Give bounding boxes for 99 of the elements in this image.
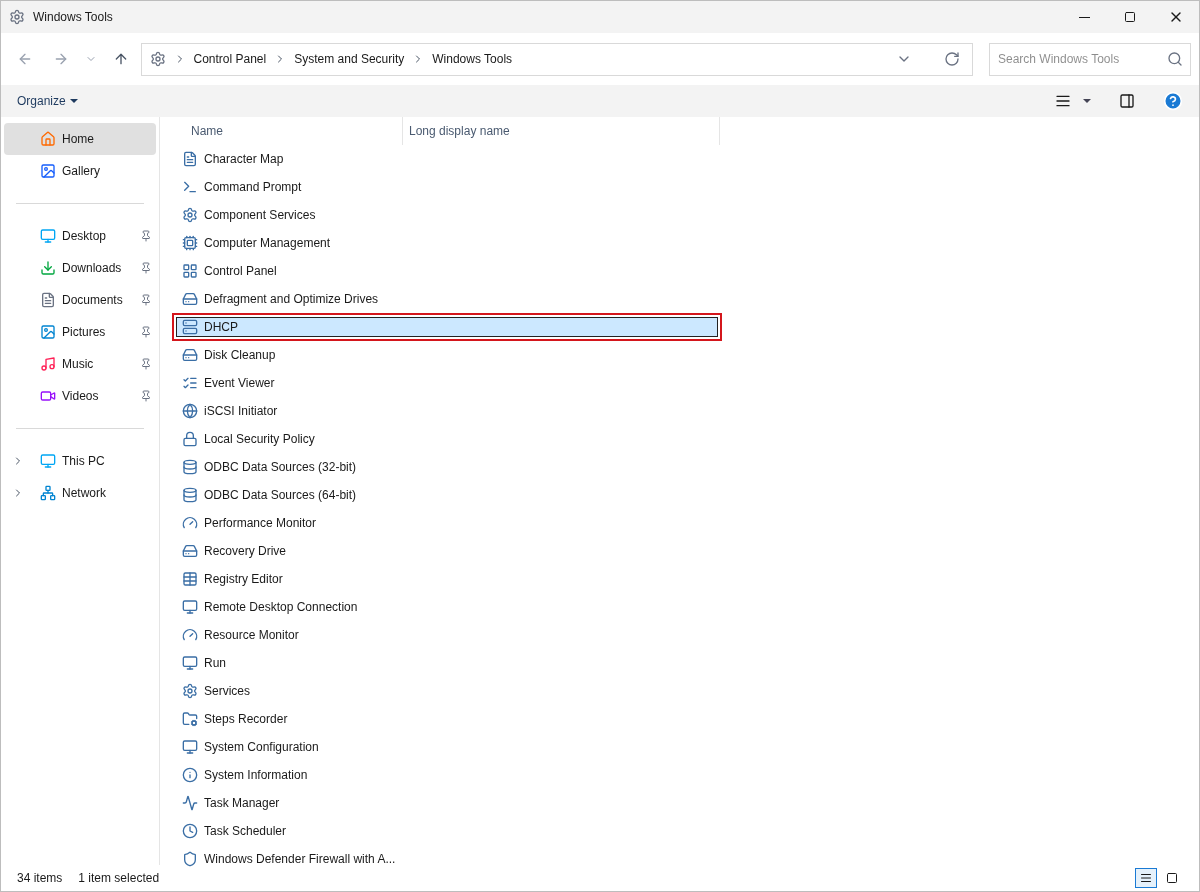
list-icon — [1140, 872, 1152, 884]
file-row[interactable]: Remote Desktop Connection — [176, 597, 718, 617]
breadcrumb[interactable]: Control Panel — [193, 50, 267, 68]
image-icon — [40, 324, 56, 340]
document-icon — [182, 151, 198, 167]
file-row[interactable]: Local Security Policy — [176, 429, 718, 449]
sidebar-item[interactable]: Network — [4, 477, 156, 509]
file-row[interactable]: Run — [176, 653, 718, 673]
gauge-icon — [182, 515, 198, 531]
search-icon — [1167, 50, 1183, 67]
file-row[interactable]: iSCSI Initiator — [176, 401, 718, 421]
file-row[interactable]: Defragment and Optimize Drives — [176, 289, 718, 309]
sidebar-item[interactable]: Downloads — [4, 252, 156, 284]
file-row[interactable]: Event Viewer — [176, 373, 718, 393]
monitor-icon — [182, 599, 198, 615]
app-icon — [9, 9, 25, 25]
minimize-icon — [1078, 16, 1090, 18]
sidebar-item[interactable]: Gallery — [4, 155, 156, 187]
file-row[interactable]: Component Services — [176, 205, 718, 225]
pin-icon[interactable] — [140, 294, 152, 306]
pin-icon[interactable] — [140, 262, 152, 274]
info-icon — [182, 767, 198, 783]
column-header[interactable]: Name — [176, 117, 403, 145]
view-menu-icon[interactable] — [1055, 93, 1071, 109]
sidebar-item[interactable]: This PC — [4, 445, 156, 477]
file-row[interactable]: Control Panel — [176, 261, 718, 281]
sidebar-item[interactable]: Desktop — [4, 220, 156, 252]
file-row[interactable]: System Configuration — [176, 737, 718, 757]
drive-icon — [182, 347, 198, 363]
sidebar-item[interactable]: Documents — [4, 284, 156, 316]
database-icon — [182, 487, 198, 503]
monitor-icon — [40, 453, 56, 469]
terminal-icon — [182, 179, 198, 195]
music-icon — [40, 356, 56, 372]
clock-icon — [182, 823, 198, 839]
organize-button[interactable]: Organize — [17, 92, 78, 110]
selection-status: 1 item selected — [78, 870, 160, 887]
file-row[interactable]: Computer Management — [176, 233, 718, 253]
pin-icon[interactable] — [140, 230, 152, 242]
sidebar-item[interactable]: Pictures — [4, 316, 156, 348]
globe-icon — [182, 403, 198, 419]
drive-icon — [182, 291, 198, 307]
file-row[interactable]: Services — [176, 681, 718, 701]
shield-icon — [182, 851, 198, 867]
item-count: 34 items — [17, 870, 63, 887]
pin-icon[interactable] — [140, 358, 152, 370]
image-icon — [40, 163, 56, 179]
gauge-icon — [182, 627, 198, 643]
details-view-button[interactable] — [1135, 868, 1157, 888]
network-icon — [40, 485, 56, 501]
pin-icon[interactable] — [140, 390, 152, 402]
file-row[interactable]: Windows Defender Firewall with A... — [176, 849, 718, 869]
home-icon — [40, 131, 56, 147]
file-row[interactable]: Disk Cleanup — [176, 345, 718, 365]
grid-icon — [182, 571, 198, 587]
file-row[interactable]: Performance Monitor — [176, 513, 718, 533]
search-field[interactable]: Search Windows Tools — [989, 42, 1191, 76]
download-icon — [40, 260, 56, 276]
location-icon — [149, 51, 166, 67]
breadcrumb[interactable]: System and Security — [294, 50, 405, 68]
file-row[interactable]: ODBC Data Sources (32-bit) — [176, 457, 718, 477]
gear-icon — [182, 207, 198, 223]
file-row[interactable]: Character Map — [176, 149, 718, 169]
address-bar[interactable]: Control Panel System and Security Windows Tools — [140, 42, 973, 76]
file-row[interactable]: Command Prompt — [176, 177, 718, 197]
sidebar-item[interactable]: Home — [4, 123, 156, 155]
desktop-icon — [40, 228, 56, 244]
preview-pane-icon[interactable] — [1119, 93, 1135, 109]
sidebar-item[interactable]: Videos — [4, 380, 156, 412]
file-row[interactable]: Task Manager — [176, 793, 718, 813]
file-row[interactable]: Steps Recorder — [176, 709, 718, 729]
pin-icon[interactable] — [140, 326, 152, 338]
caret-icon — [69, 99, 78, 103]
window-title: Windows Tools — [33, 9, 113, 26]
panel-icon — [182, 263, 198, 279]
column-header[interactable]: Long display name — [403, 117, 720, 145]
caret-icon[interactable] — [1083, 99, 1091, 103]
sidebar-item[interactable]: Music — [4, 348, 156, 380]
lock-icon — [182, 431, 198, 447]
chart-icon — [182, 795, 198, 811]
video-icon — [40, 388, 56, 404]
file-row[interactable]: System Information — [176, 765, 718, 785]
refresh-icon[interactable] — [944, 51, 960, 67]
maximize-icon — [1124, 11, 1136, 23]
file-row[interactable]: Task Scheduler — [176, 821, 718, 841]
gear-icon — [182, 683, 198, 699]
file-row[interactable]: Registry Editor — [176, 569, 718, 589]
drive-icon — [182, 543, 198, 559]
file-row[interactable]: DHCP — [176, 317, 718, 337]
monitor-icon — [182, 739, 198, 755]
server-icon — [182, 319, 198, 335]
database-icon — [182, 459, 198, 475]
file-row[interactable]: ODBC Data Sources (64-bit) — [176, 485, 718, 505]
square-icon — [1166, 872, 1178, 884]
help-icon[interactable] — [1163, 91, 1183, 111]
breadcrumb[interactable]: Windows Tools — [432, 50, 513, 68]
file-row[interactable]: Recovery Drive — [176, 541, 718, 561]
file-row[interactable]: Resource Monitor — [176, 625, 718, 645]
document-icon — [40, 292, 56, 308]
